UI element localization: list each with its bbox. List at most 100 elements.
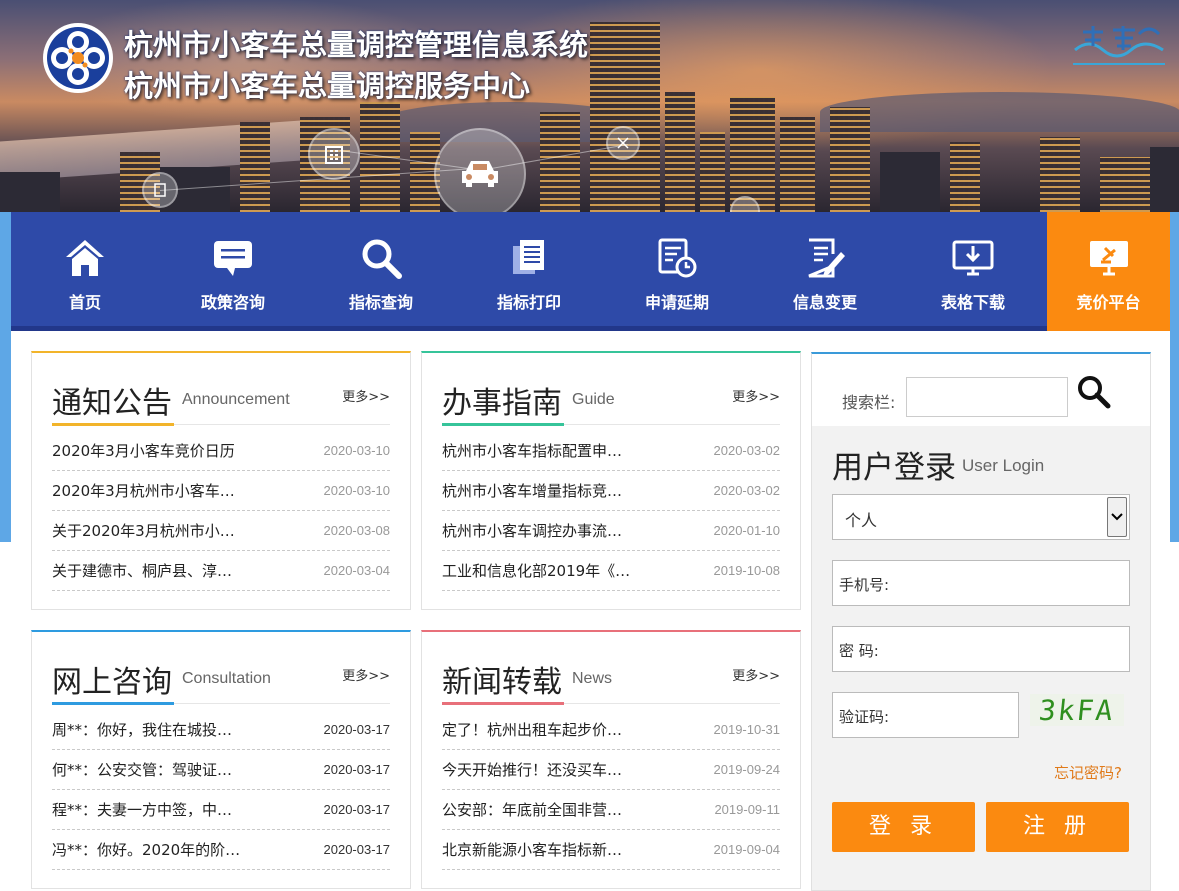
search-input[interactable] (906, 377, 1068, 417)
nav-item-extension[interactable]: 申请延期 (603, 212, 751, 326)
logo-icon (43, 23, 113, 93)
nav-item-form-download[interactable]: 表格下载 (899, 212, 1047, 326)
panel-subtitle: News (572, 670, 613, 687)
panel-header: 网上咨询 Consultation 更多>> (52, 654, 390, 705)
list-item[interactable]: 定了！杭州出租车起步价… 2019-10-31 (442, 710, 780, 750)
building (950, 142, 980, 212)
panel-title: 新闻转载 (442, 665, 562, 700)
list-item[interactable]: 工业和信息化部2019年《… 2019-10-08 (442, 551, 780, 591)
list-item-date: 2019-10-31 (713, 722, 781, 737)
list-item-title: 2020年3月小客车竞价日历 (52, 442, 235, 460)
login-button[interactable]: 登 录 (832, 802, 975, 852)
consultation-panel: 网上咨询 Consultation 更多>> 周**：你好，我住在城投… 2020… (31, 630, 411, 889)
list-item[interactable]: 关于建德市、桐庐县、淳… 2020-03-04 (52, 551, 390, 591)
list-item[interactable]: 2020年3月杭州市小客车… 2020-03-10 (52, 471, 390, 511)
forgot-password-link[interactable]: 忘记密码? (1054, 762, 1122, 783)
panel-subtitle: Announcement (182, 391, 290, 408)
list-item-date: 2020-01-10 (713, 523, 781, 538)
bidding-icon (1089, 241, 1128, 276)
home-icon (66, 240, 104, 276)
list-item[interactable]: 公安部：年底前全国非营… 2019-09-11 (442, 790, 780, 830)
more-link[interactable]: 更多>> (342, 665, 390, 684)
list-item-date: 2020-03-17 (323, 722, 391, 737)
list-item[interactable]: 程**：夫妻一方中签，中… 2020-03-17 (52, 790, 390, 830)
panel-subtitle: Guide (572, 391, 615, 408)
guide-list: 杭州市小客车指标配置申… 2020-03-02 杭州市小客车增量指标竞… 2020-… (442, 431, 780, 591)
nav-label: 信息变更 (792, 293, 857, 312)
list-item-date: 2020-03-10 (323, 483, 391, 498)
nav-item-quota-print[interactable]: 指标打印 (455, 212, 603, 326)
building (240, 122, 270, 212)
news-panel: 新闻转载 News 更多>> 定了！杭州出租车起步价… 2019-10-31 今天… (421, 630, 801, 889)
nav-item-policy[interactable]: 政策咨询 (159, 212, 307, 326)
list-item[interactable]: 周**：你好，我住在城投… 2020-03-17 (52, 710, 390, 750)
list-item[interactable]: 杭州市小客车指标配置申… 2020-03-02 (442, 431, 780, 471)
panel-subtitle: Consultation (182, 670, 271, 687)
more-link[interactable]: 更多>> (342, 386, 390, 405)
center-title: 杭州市小客车总量调控服务中心 (124, 69, 531, 103)
list-item-title: 冯**：你好。2020年的阶… (52, 841, 241, 859)
list-item-date: 2019-10-08 (713, 563, 781, 578)
login-subtitle: User Login (962, 456, 1045, 475)
list-item-title: 2020年3月杭州市小客车… (52, 482, 235, 500)
list-item[interactable]: 北京新能源小客车指标新… 2019-09-04 (442, 830, 780, 870)
register-button[interactable]: 注 册 (986, 802, 1129, 852)
captcha-image[interactable]: 3kFA (1030, 693, 1124, 727)
list-item-title: 杭州市小客车调控办事流… (442, 522, 623, 540)
chevron-down-icon[interactable] (1107, 497, 1127, 537)
building-bubble-icon (308, 128, 360, 180)
list-item-date: 2020-03-02 (713, 443, 781, 458)
user-type-select[interactable]: 个人 (832, 494, 1130, 540)
nav-item-info-change[interactable]: 信息变更 (751, 212, 899, 326)
system-title: 杭州市小客车总量调控管理信息系统 (124, 28, 589, 62)
list-item[interactable]: 杭州市小客车调控办事流… 2020-01-10 (442, 511, 780, 551)
calendar-clock-icon (658, 238, 697, 278)
list-item-date: 2020-03-08 (323, 523, 391, 538)
nav-item-quota-query[interactable]: 指标查询 (307, 212, 455, 326)
panel-header: 通知公告 Announcement 更多>> (52, 375, 390, 426)
list-item-title: 公安部：年底前全国非营… (442, 801, 623, 819)
list-item[interactable]: 2020年3月小客车竞价日历 2020-03-10 (52, 431, 390, 471)
title-underline (52, 423, 174, 426)
list-item[interactable]: 今天开始推行！还没买车… 2019-09-24 (442, 750, 780, 790)
building (1100, 157, 1150, 212)
building (780, 117, 815, 212)
list-item[interactable]: 杭州市小客车增量指标竞… 2020-03-02 (442, 471, 780, 511)
consultation-list: 周**：你好，我住在城投… 2020-03-17 何**：公安交管：驾驶证… 202… (52, 710, 390, 870)
nav-item-bidding-platform[interactable]: 竞价平台 (1047, 212, 1170, 331)
building (830, 107, 870, 212)
user-type-value: 个人 (845, 511, 878, 530)
news-list: 定了！杭州出租车起步价… 2019-10-31 今天开始推行！还没买车… 2019-… (442, 710, 780, 870)
building (0, 172, 60, 212)
list-item[interactable]: 何**：公安交管：驾驶证… 2020-03-17 (52, 750, 390, 790)
login-panel: 搜索栏: 用户登录 User Login 个人 手机号: 密 码: 验证码: 3… (811, 352, 1151, 891)
edit-doc-icon (808, 238, 845, 278)
list-item[interactable]: 关于2020年3月杭州市小… 2020-03-08 (52, 511, 390, 551)
main-nav: 首页 政策咨询 指标查询 指标打印 申请延期 信息变更 表格下载 (11, 212, 1047, 331)
car-bubble-icon (434, 128, 526, 212)
building (1040, 137, 1080, 212)
list-item[interactable]: 冯**：你好。2020年的阶… 2020-03-17 (52, 830, 390, 870)
password-field[interactable]: 密 码: (832, 626, 1130, 672)
search-button-icon[interactable] (1076, 374, 1112, 410)
nav-item-home[interactable]: 首页 (11, 212, 159, 326)
captcha-field[interactable]: 验证码: (832, 692, 1019, 738)
list-item-date: 2020-03-10 (323, 443, 391, 458)
more-link[interactable]: 更多>> (732, 665, 780, 684)
list-item-date: 2019-09-11 (714, 802, 780, 817)
list-item-title: 程**：夫妻一方中签，中… (52, 801, 233, 819)
list-item-title: 何**：公安交管：驾驶证… (52, 761, 233, 779)
phone-label: 手机号: (839, 576, 890, 594)
building (700, 132, 725, 212)
panel-title: 办事指南 (442, 386, 562, 421)
list-item-date: 2020-03-17 (323, 802, 391, 817)
list-item-date: 2019-09-04 (713, 842, 781, 857)
password-label: 密 码: (839, 642, 879, 660)
phone-field[interactable]: 手机号: (832, 560, 1130, 606)
panel-title: 通知公告 (52, 386, 172, 421)
building (590, 22, 660, 212)
more-link[interactable]: 更多>> (732, 386, 780, 405)
title-underline (442, 423, 564, 426)
search-label: 搜索栏: (842, 393, 896, 412)
captcha-text: 3kFA (1037, 693, 1117, 727)
